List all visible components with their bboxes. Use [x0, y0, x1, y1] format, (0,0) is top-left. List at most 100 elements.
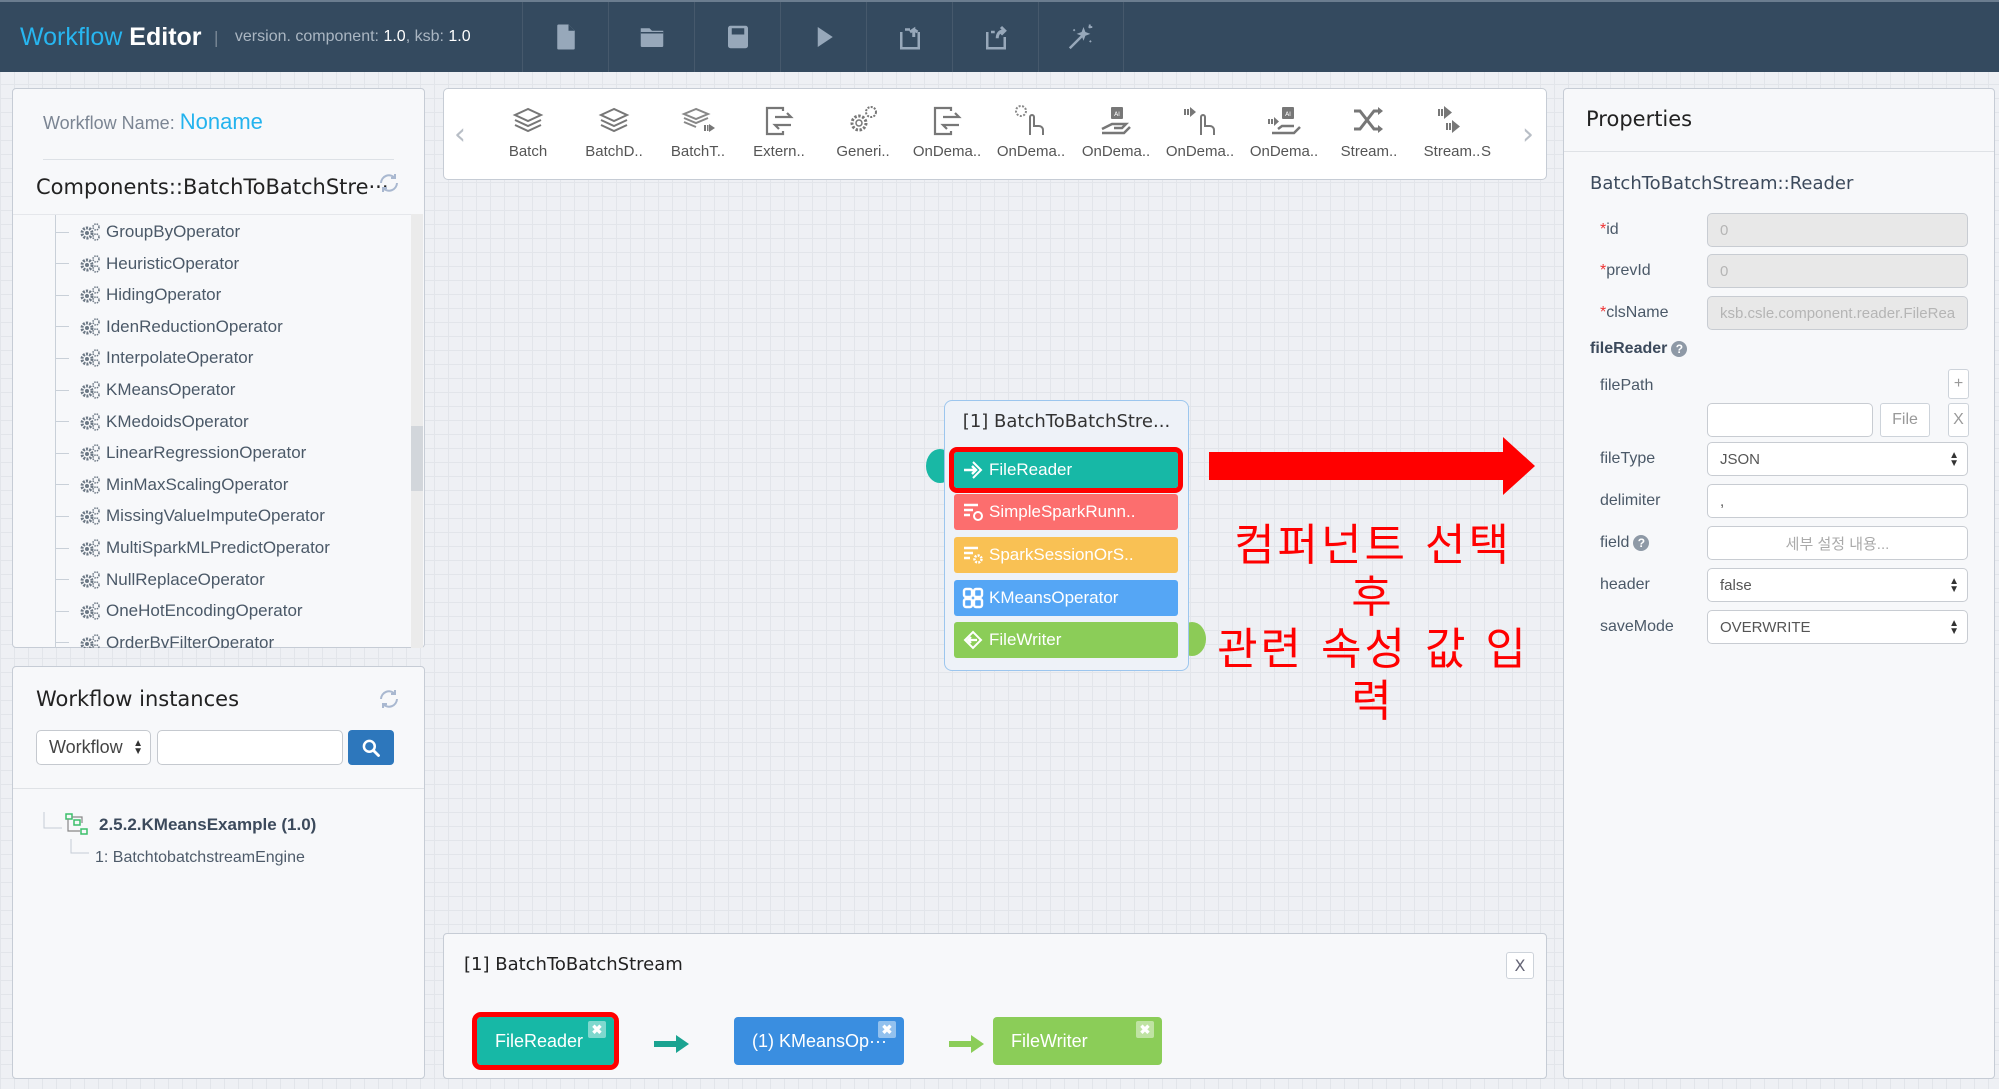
tree-branch: [55, 579, 69, 581]
component-item[interactable]: KMedoidsOperator: [55, 407, 249, 437]
gears-icon: [80, 254, 100, 273]
node-component-filereader[interactable]: FileReader: [949, 447, 1183, 493]
stream-arrows-icon: [1438, 106, 1460, 133]
header-select[interactable]: false ▲ ▼: [1707, 568, 1968, 602]
filepath-input[interactable]: [1707, 403, 1873, 437]
shuffle-icon: [1354, 107, 1383, 133]
search-button[interactable]: [348, 730, 394, 765]
select-arrows-icon: ▲ ▼: [1949, 618, 1959, 637]
reader-icon: [964, 461, 983, 479]
component-label: HidingOperator: [106, 285, 222, 305]
palette-item[interactable]: Generi..: [823, 103, 903, 160]
refresh-icon[interactable]: [377, 171, 401, 195]
component-item[interactable]: GroupByOperator: [55, 217, 240, 247]
help-icon[interactable]: ?: [1671, 340, 1688, 357]
node-component-filewriter[interactable]: FileWriter: [954, 622, 1178, 658]
palette-item[interactable]: OnDema..: [991, 103, 1071, 160]
instance-search-input[interactable]: [157, 730, 343, 765]
instance-tree-item[interactable]: 2.5.2.KMeansExample (1.0): [65, 813, 316, 837]
select-value: Workflow: [49, 737, 123, 757]
node-component-simplesparkrunn[interactable]: SimpleSparkRunn..: [954, 494, 1178, 530]
palette-item[interactable]: S: [1476, 103, 1496, 160]
palette-item[interactable]: OnDema..: [1160, 103, 1240, 160]
remove-filepath-button[interactable]: X: [1948, 403, 1969, 437]
component-item[interactable]: LinearRegressionOperator: [55, 438, 306, 468]
pipeline-box-label: (1) KMeansOp···: [752, 1030, 888, 1051]
palette-item-label: OnDema..: [996, 143, 1066, 160]
gears-icon: [80, 507, 100, 526]
component-item[interactable]: KMeansOperator: [55, 375, 235, 405]
prop-label: *clsName: [1600, 304, 1668, 322]
delimiter-input[interactable]: ,: [1707, 484, 1968, 518]
components-title: Components::BatchToBatchStre···: [36, 175, 389, 199]
version-info: version. component: 1.0, ksb: 1.0: [235, 28, 471, 46]
palette-item[interactable]: AI OnDema..: [1076, 103, 1156, 160]
open-folder-button[interactable]: [608, 2, 694, 72]
component-item[interactable]: MinMaxScalingOperator: [55, 470, 288, 500]
gears-icon: [80, 349, 100, 368]
tree-branch: [55, 389, 69, 391]
palette-item[interactable]: OnDema..: [907, 103, 987, 160]
help-icon[interactable]: ?: [1633, 534, 1650, 551]
component-label: HeuristicOperator: [106, 253, 240, 273]
palette-item[interactable]: AI OnDema..: [1244, 103, 1324, 160]
palette-item[interactable]: BatchT..: [658, 103, 738, 160]
pipeline-title: [1] BatchToBatchStream: [464, 954, 683, 975]
savemode-select[interactable]: OVERWRITE ▲ ▼: [1707, 610, 1968, 644]
add-filepath-button[interactable]: +: [1948, 369, 1969, 399]
import-icon: [899, 26, 920, 50]
run-button[interactable]: [780, 2, 866, 72]
remove-icon[interactable]: ✖: [588, 1021, 606, 1038]
filetype-select[interactable]: JSON ▲ ▼: [1707, 442, 1968, 476]
instance-engine-item[interactable]: 1: BatchtobatchstreamEngine: [95, 849, 305, 867]
component-item[interactable]: OrderByFilterOperator: [55, 628, 274, 648]
gears-icon: [850, 106, 877, 132]
flow-arrow-icon: [654, 1035, 689, 1053]
component-item[interactable]: IdenReductionOperator: [55, 312, 283, 342]
palette-item[interactable]: Extern..: [739, 103, 819, 160]
palette-prev-icon[interactable]: ‹: [454, 117, 466, 152]
export-button[interactable]: [952, 2, 1038, 72]
import-button[interactable]: [866, 2, 952, 72]
remove-icon[interactable]: ✖: [1136, 1021, 1154, 1038]
component-label: MissingValueImputeOperator: [106, 506, 325, 526]
remove-icon[interactable]: ✖: [878, 1021, 896, 1038]
component-item[interactable]: NullReplaceOperator: [55, 565, 265, 595]
palette-item[interactable]: BatchD..: [574, 103, 654, 160]
workflow-name-value[interactable]: Noname: [180, 109, 263, 134]
file-browse-button[interactable]: File: [1880, 403, 1930, 437]
component-item[interactable]: MultiSparkMLPredictOperator: [55, 533, 330, 563]
palette-next-icon[interactable]: ›: [1522, 117, 1534, 152]
pipeline-close-button[interactable]: X: [1506, 952, 1534, 979]
select-value: JSON: [1720, 450, 1761, 468]
magic-button[interactable]: [1038, 2, 1124, 72]
pipeline-box-kmeans[interactable]: (1) KMeansOp··· ✖: [734, 1017, 904, 1065]
palette-item[interactable]: Batch: [488, 103, 568, 160]
export-icon: [985, 25, 1007, 50]
tree-branch: [55, 294, 69, 296]
palette-item-label: Generi..: [836, 143, 890, 160]
component-item[interactable]: HidingOperator: [55, 280, 221, 310]
prop-row-previd: *prevId 0: [1600, 254, 1980, 290]
component-item[interactable]: OneHotEncodingOperator: [55, 596, 303, 626]
component-item[interactable]: MissingValueImputeOperator: [55, 501, 325, 531]
pipeline-box-filereader[interactable]: FileReader ✖: [472, 1012, 619, 1070]
file-icon: [556, 24, 575, 50]
new-file-button[interactable]: [522, 2, 608, 72]
palette-item-label: OnDema..: [912, 143, 982, 160]
field-detail-button[interactable]: 세부 설정 내용...: [1707, 526, 1968, 560]
pipeline-box-filewriter[interactable]: FileWriter ✖: [993, 1017, 1162, 1065]
instance-type-select[interactable]: Workflow ▲ ▼: [36, 730, 151, 765]
layers-stream-icon: [681, 107, 715, 132]
component-item[interactable]: InterpolateOperator: [55, 343, 253, 373]
component-item[interactable]: HeuristicOperator: [55, 249, 239, 279]
scrollbar-thumb[interactable]: [411, 426, 423, 491]
components-scrollbar[interactable]: [411, 214, 423, 648]
save-button[interactable]: [694, 2, 780, 72]
pipeline-panel: [1] BatchToBatchStream X FileReader ✖ (1…: [443, 933, 1547, 1079]
label-text: clsName: [1606, 304, 1669, 321]
refresh-icon[interactable]: [377, 687, 401, 711]
node-component-kmeansoperator[interactable]: KMeansOperator: [954, 580, 1178, 616]
node-component-sparksessionors[interactable]: SparkSessionOrS..: [954, 537, 1178, 573]
palette-item[interactable]: Stream..: [1329, 103, 1409, 160]
